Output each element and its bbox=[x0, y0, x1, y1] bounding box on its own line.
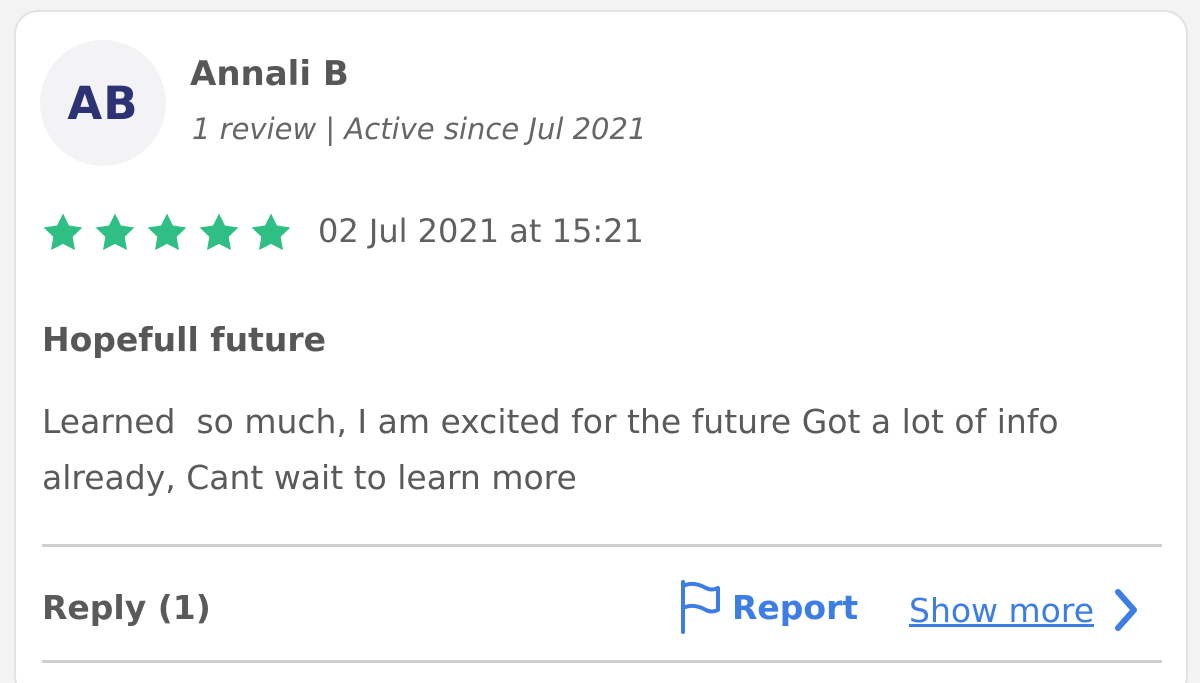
report-button[interactable]: Report bbox=[678, 580, 858, 634]
show-more-button[interactable]: Show more bbox=[909, 588, 1140, 632]
reply-button[interactable]: Reply (1) bbox=[42, 588, 211, 627]
divider bbox=[42, 544, 1162, 547]
star-icon bbox=[95, 213, 135, 251]
review-card: AB Annali B 1 review | Active since Jul … bbox=[14, 10, 1188, 683]
star-icon bbox=[251, 213, 291, 251]
reviewer-meta: 1 review | Active since Jul 2021 bbox=[192, 112, 647, 146]
avatar-initials: AB bbox=[67, 76, 139, 130]
star-icon bbox=[199, 213, 239, 251]
star-icon bbox=[43, 213, 83, 251]
chevron-right-icon bbox=[1112, 588, 1140, 632]
report-label: Report bbox=[732, 587, 859, 627]
flag-icon bbox=[678, 580, 720, 634]
star-rating bbox=[40, 210, 294, 256]
review-title: Hopefull future bbox=[42, 320, 327, 359]
review-body: Learned so much, I am excited for the fu… bbox=[42, 402, 1070, 497]
divider bbox=[42, 660, 1162, 663]
reviewer-name[interactable]: Annali B bbox=[190, 54, 349, 94]
review-date: 02 Jul 2021 at 15:21 bbox=[318, 212, 644, 250]
show-more-label: Show more bbox=[909, 590, 1095, 630]
avatar: AB bbox=[40, 40, 166, 166]
star-icon bbox=[147, 213, 187, 251]
